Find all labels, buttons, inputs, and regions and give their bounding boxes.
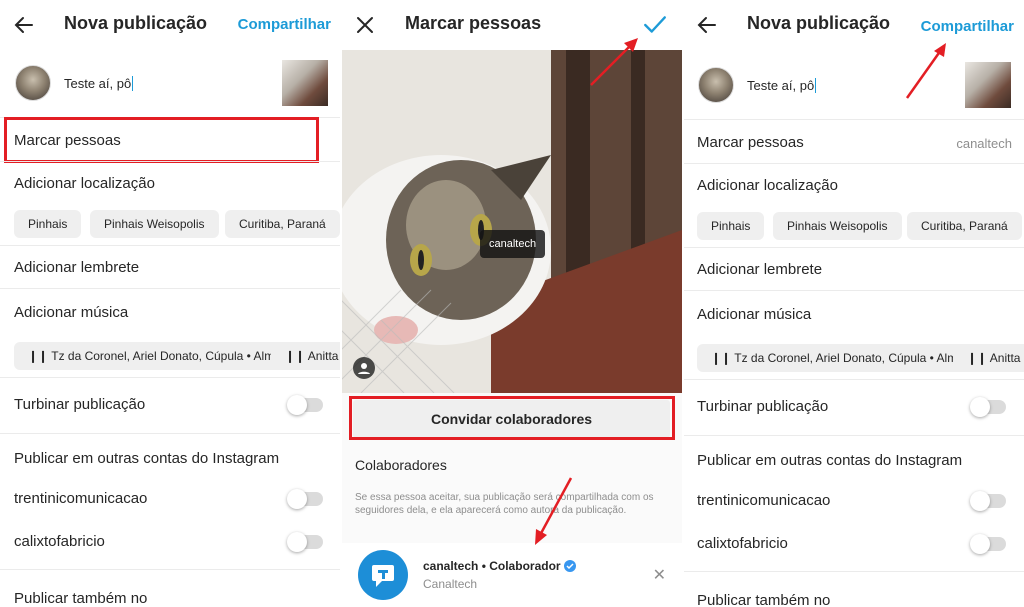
avatar [698,67,734,103]
add-music-row[interactable]: Adicionar música [683,290,1024,338]
page-title: Marcar pessoas [405,13,542,33]
publish-also-row: Publicar também no [0,569,341,607]
post-thumbnail [282,60,328,106]
canaltech-logo [358,550,408,600]
close-icon[interactable] [353,13,377,37]
collaborator-subtitle: Canaltech [423,577,478,591]
account-toggle[interactable] [287,489,323,509]
music-chip[interactable]: ❙❙ Anitta [271,342,341,370]
publish-also-row: Publicar também no [683,571,1024,607]
collaborators-heading: Colaboradores [355,457,447,473]
music-chip[interactable]: ❙❙ Tz da Coronel, Ariel Donato, Cúpula •… [14,342,295,370]
page-title: Nova publicação [64,13,208,33]
location-chip[interactable]: Pinhais [14,210,82,238]
account-label: calixtofabricio [697,535,788,552]
location-chip[interactable]: Pinhais Weisopolis [90,210,219,238]
collaborator-card[interactable]: canaltech • Colaborador Canaltech ✕ [341,543,682,607]
add-music-row[interactable]: Adicionar música [0,288,341,336]
highlight-box [4,117,319,163]
header: Marcar pessoas [341,0,682,50]
new-post-panel-1: Nova publicação Compartilhar Teste aí, p… [0,0,341,607]
remove-collaborator-icon[interactable]: ✕ [653,565,666,585]
new-post-panel-2: Nova publicação Compartilhar Teste aí, p… [683,0,1024,607]
panel-divider [340,0,342,607]
add-location-row[interactable]: Adicionar localização [0,161,341,203]
tag-people-row[interactable]: Marcar pessoas canaltech [683,119,1024,163]
music-chip[interactable]: ❙❙ Anitta [953,344,1024,372]
publish-other-section: Publicar em outras contas do Instagram t… [683,435,1024,571]
publish-other-section: Publicar em outras contas do Instagram t… [0,433,341,569]
person-icon[interactable] [353,357,375,379]
boost-row: Turbinar publicação [0,377,341,433]
post-photo[interactable]: canaltech [341,50,682,393]
caption-area: Teste aí, pô [0,50,341,116]
caption-input[interactable]: Teste aí, pô [64,76,134,91]
location-chip[interactable]: Pinhais [697,212,765,240]
header: Nova publicação Compartilhar [0,0,341,50]
header: Nova publicação Compartilhar [683,0,1024,50]
location-chip[interactable]: Pinhais Weisopolis [773,212,902,240]
tagged-user: canaltech [956,136,1012,151]
user-tag[interactable]: canaltech [480,230,546,258]
tag-people-panel: Marcar pessoas canaltech Convidar colabo… [341,0,682,607]
highlight-box [349,396,675,440]
collaborators-note: Se essa pessoa aceitar, sua publicação s… [355,492,654,516]
account-label: calixtofabricio [14,533,105,550]
account-toggle[interactable] [970,534,1006,554]
location-chip[interactable]: Curitiba, Paraná [225,210,340,238]
boost-row: Turbinar publicação [683,379,1024,435]
avatar [15,65,51,101]
add-location-row[interactable]: Adicionar localização [683,163,1024,205]
collaborator-name: canaltech • Colaborador [423,559,576,573]
check-icon[interactable] [642,12,668,38]
post-thumbnail [965,62,1011,108]
page-title: Nova publicação [747,13,891,33]
boost-toggle[interactable] [970,397,1006,417]
add-reminder-row[interactable]: Adicionar lembrete [683,247,1024,290]
boost-toggle[interactable] [287,395,323,415]
panel-divider [682,0,684,607]
share-button[interactable]: Compartilhar [921,18,1014,35]
caption-area: Teste aí, pô [683,52,1024,118]
back-arrow-icon[interactable] [12,13,36,37]
add-reminder-row[interactable]: Adicionar lembrete [0,245,341,288]
account-label: trentinicomunicacao [14,490,148,507]
share-button[interactable]: Compartilhar [238,16,331,33]
cat-photo-illustration [341,50,682,393]
caption-input[interactable]: Teste aí, pô [747,78,817,93]
verified-badge-icon [563,560,576,572]
account-toggle[interactable] [970,491,1006,511]
account-toggle[interactable] [287,532,323,552]
back-arrow-icon[interactable] [695,13,719,37]
account-label: trentinicomunicacao [697,492,831,509]
location-chip[interactable]: Curitiba, Paraná [907,212,1022,240]
music-chip[interactable]: ❙❙ Tz da Coronel, Ariel Donato, Cúpula •… [697,344,978,372]
